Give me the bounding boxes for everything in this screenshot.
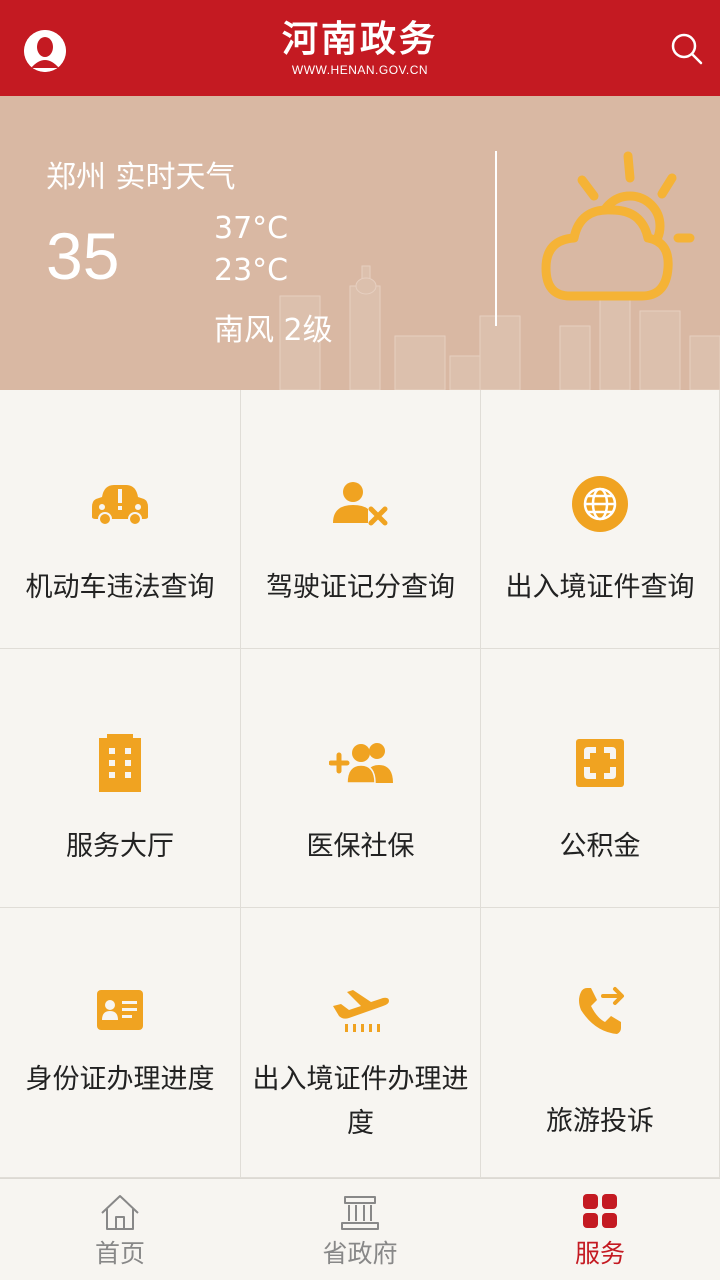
wind-info: 南风 2级 xyxy=(214,313,333,348)
service-tile-exit-entry-query[interactable]: 出入境证件查询 xyxy=(481,390,720,649)
app-url: WWW.HENAN.GOV.CN xyxy=(291,63,429,77)
phone-forward-icon xyxy=(579,987,624,1034)
app-header: 河南政务 WWW.HENAN.GOV.CN xyxy=(0,0,720,96)
partly-sunny-icon xyxy=(541,151,695,301)
app-title: 河南政务 xyxy=(281,18,438,60)
car-warning-icon xyxy=(92,485,148,526)
globe-icon xyxy=(572,476,628,532)
service-label: 医保社保 xyxy=(306,831,415,862)
service-label: 服务大厅 xyxy=(66,831,174,862)
service-label: 出入境证件办理进度 xyxy=(252,1064,469,1139)
weather-panel[interactable]: 郑州 实时天气 35 37°C 23°C 南风 2级 xyxy=(0,96,720,390)
user-x-icon xyxy=(332,482,387,526)
building-icon xyxy=(99,734,141,792)
home-icon xyxy=(101,1195,139,1230)
service-tile-id-card-progress[interactable]: 身份证办理进度 xyxy=(0,908,241,1178)
service-tile-medical-social-insurance[interactable]: 医保社保 xyxy=(241,649,481,908)
current-temperature: 35 xyxy=(46,219,120,293)
weather-city-label: 郑州 实时天气 xyxy=(46,160,236,195)
service-label: 出入境证件查询 xyxy=(505,572,695,603)
low-temperature: 23°C xyxy=(214,253,289,288)
service-tile-exit-entry-progress[interactable]: 出入境证件办理进度 xyxy=(241,908,481,1178)
bottom-nav: 首页 省政府 服务 xyxy=(0,1178,720,1280)
weather-divider xyxy=(495,151,497,326)
fund-icon xyxy=(576,739,624,787)
nav-label: 服务 xyxy=(574,1239,625,1268)
nav-item-services[interactable]: 服务 xyxy=(480,1179,720,1280)
service-tile-license-points[interactable]: 驾驶证记分查询 xyxy=(241,390,481,649)
service-grid: 机动车违法查询 驾驶证记分查询 出入境证件查询 服务大厅 医保社保 公积金 身份… xyxy=(0,390,720,1178)
id-card-icon xyxy=(97,990,143,1030)
nav-item-government[interactable]: 省政府 xyxy=(240,1179,480,1280)
service-label: 旅游投诉 xyxy=(546,1106,654,1137)
add-users-icon xyxy=(328,743,393,784)
service-label: 机动车违法查询 xyxy=(25,572,215,603)
high-temperature: 37°C xyxy=(214,211,289,246)
service-tile-provident-fund[interactable]: 公积金 xyxy=(481,649,720,908)
service-label: 驾驶证记分查询 xyxy=(266,572,455,603)
nav-label: 首页 xyxy=(94,1239,145,1268)
service-label: 公积金 xyxy=(559,831,641,862)
government-icon xyxy=(341,1196,379,1230)
service-label: 身份证办理进度 xyxy=(25,1064,215,1095)
grid-icon xyxy=(583,1194,617,1228)
search-icon[interactable] xyxy=(670,32,704,66)
airplane-icon xyxy=(332,990,389,1032)
nav-item-home[interactable]: 首页 xyxy=(0,1179,240,1280)
nav-label: 省政府 xyxy=(322,1239,398,1268)
app-brand: 河南政务 WWW.HENAN.GOV.CN xyxy=(0,18,720,78)
service-tile-vehicle-violation[interactable]: 机动车违法查询 xyxy=(0,390,241,649)
service-tile-travel-complaint[interactable]: 旅游投诉 xyxy=(481,908,720,1178)
service-tile-service-hall[interactable]: 服务大厅 xyxy=(0,649,241,908)
